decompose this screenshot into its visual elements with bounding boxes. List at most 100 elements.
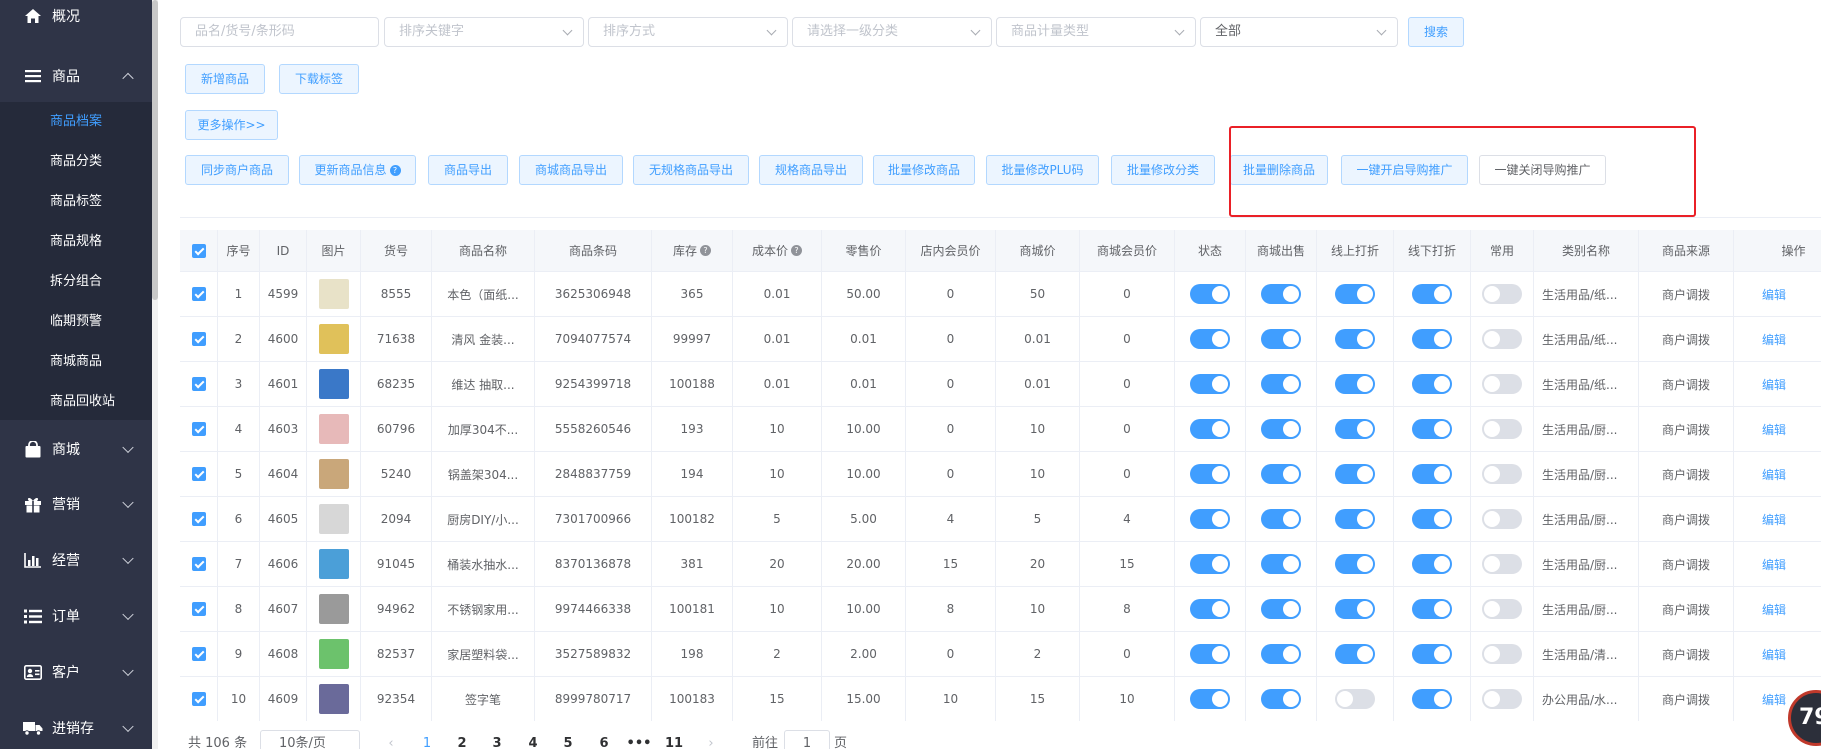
status-select[interactable]: 全部 [1200,17,1398,47]
edit-link[interactable]: 编辑 [1734,317,1821,361]
toggle-switch-online-disc[interactable] [1335,374,1375,394]
toggle-switch-mall-sale[interactable] [1261,689,1301,709]
page-11[interactable]: 11 [659,728,689,749]
menu-mall[interactable]: 商城 [0,426,152,472]
toggle-switch-online-disc[interactable] [1335,554,1375,574]
toggle-switch-mall-sale[interactable] [1261,284,1301,304]
toggle-switch-status[interactable] [1190,644,1230,664]
checkbox-checked[interactable] [191,557,206,571]
toggle-switch-offline-disc[interactable] [1412,644,1452,664]
toggle-switch-mall-sale[interactable] [1261,329,1301,349]
toggle-switch-status[interactable] [1190,284,1230,304]
toggle-switch-status[interactable] [1190,689,1230,709]
edit-link[interactable]: 编辑 [1734,272,1821,316]
batch-edit-category-button[interactable]: 批量修改分类 [1111,155,1215,185]
page-5[interactable]: 5 [553,728,583,749]
spec-export-button[interactable]: 规格商品导出 [759,155,863,185]
edit-link[interactable]: 编辑 [1734,452,1821,496]
batch-delete-goods-button[interactable]: 批量删除商品 [1230,155,1328,185]
toggle-switch-status[interactable] [1190,419,1230,439]
sub-item-mall-goods[interactable]: 商城商品 [0,342,152,382]
toggle-switch-common[interactable] [1482,644,1522,664]
toggle-switch-common[interactable] [1482,329,1522,349]
prev-page-icon[interactable]: ‹ [383,728,399,749]
sub-item-goods-tag[interactable]: 商品标签 [0,182,152,222]
category-select[interactable]: 请选择一级分类 [792,17,992,47]
enable-guide-promotion-button[interactable]: 一键开启导购推广 [1341,155,1468,185]
page-2[interactable]: 2 [447,728,477,749]
toggle-switch-common[interactable] [1482,374,1522,394]
toggle-switch-online-disc[interactable] [1335,689,1375,709]
checkbox-checked[interactable] [191,243,206,258]
sub-item-expiry-warning[interactable]: 临期预警 [0,302,152,342]
mall-goods-export-button[interactable]: 商城商品导出 [519,155,623,185]
toggle-switch-offline-disc[interactable] [1412,374,1452,394]
toggle-switch-online-disc[interactable] [1335,284,1375,304]
menu-customers[interactable]: 客户 [0,649,152,695]
batch-edit-plu-button[interactable]: 批量修改PLU码 [986,155,1099,185]
edit-link[interactable]: 编辑 [1734,542,1821,586]
toggle-switch-mall-sale[interactable] [1261,419,1301,439]
menu-marketing[interactable]: 营销 [0,481,152,527]
sub-item-goods-archive[interactable]: 商品档案 [0,102,152,142]
menu-goods[interactable]: 商品 [0,50,152,102]
edit-link[interactable]: 编辑 [1734,497,1821,541]
toggle-switch-mall-sale[interactable] [1261,464,1301,484]
menu-inventory[interactable]: 进销存 [0,705,152,749]
menu-operation[interactable]: 经营 [0,537,152,583]
sort-method-select[interactable]: 排序方式 [588,17,788,47]
page-1[interactable]: 1 [412,728,442,749]
toggle-switch-common[interactable] [1482,419,1522,439]
toggle-switch-common[interactable] [1482,464,1522,484]
toggle-switch-offline-disc[interactable] [1412,599,1452,619]
toggle-switch-common[interactable] [1482,509,1522,529]
toggle-switch-mall-sale[interactable] [1261,509,1301,529]
edit-link[interactable]: 编辑 [1734,632,1821,676]
toggle-switch-status[interactable] [1190,509,1230,529]
checkbox-checked[interactable] [191,602,206,616]
edit-link[interactable]: 编辑 [1734,407,1821,451]
toggle-switch-common[interactable] [1482,284,1522,304]
checkbox-checked[interactable] [191,332,206,346]
goto-page-input[interactable]: 1 [784,730,830,749]
search-button[interactable]: 搜索 [1408,17,1464,47]
toggle-switch-online-disc[interactable] [1335,419,1375,439]
toggle-switch-offline-disc[interactable] [1412,329,1452,349]
no-spec-export-button[interactable]: 无规格商品导出 [633,155,749,185]
edit-link[interactable]: 编辑 [1734,362,1821,406]
toggle-switch-mall-sale[interactable] [1261,554,1301,574]
toggle-switch-online-disc[interactable] [1335,464,1375,484]
disable-guide-promotion-button[interactable]: 一键关闭导购推广 [1479,155,1606,185]
next-page-icon[interactable]: › [703,728,719,749]
toggle-switch-offline-disc[interactable] [1412,554,1452,574]
toggle-switch-offline-disc[interactable] [1412,284,1452,304]
search-input[interactable]: 品名/货号/条形码 [180,17,379,47]
toggle-switch-offline-disc[interactable] [1412,464,1452,484]
toggle-switch-status[interactable] [1190,464,1230,484]
checkbox-checked[interactable] [191,377,206,391]
page-size-select[interactable]: 10条/页 [260,730,360,749]
toggle-switch-common[interactable] [1482,689,1522,709]
edit-link[interactable]: 编辑 [1734,587,1821,631]
toggle-switch-online-disc[interactable] [1335,509,1375,529]
toggle-switch-status[interactable] [1190,329,1230,349]
checkbox-checked[interactable] [191,287,206,301]
sidebar-scrollbar[interactable] [152,0,158,749]
sort-keyword-select[interactable]: 排序关键字 [384,17,584,47]
add-goods-button[interactable]: 新增商品 [185,64,265,94]
toggle-switch-mall-sale[interactable] [1261,599,1301,619]
more-operations-button[interactable]: 更多操作>> [185,110,278,140]
menu-orders[interactable]: 订单 [0,593,152,639]
toggle-switch-status[interactable] [1190,554,1230,574]
page-3[interactable]: 3 [482,728,512,749]
download-label-button[interactable]: 下载标签 [279,64,359,94]
toggle-switch-mall-sale[interactable] [1261,374,1301,394]
toggle-switch-status[interactable] [1190,599,1230,619]
menu-overview[interactable]: 概况 [0,0,152,38]
sub-item-goods-spec[interactable]: 商品规格 [0,222,152,262]
checkbox-checked[interactable] [191,512,206,526]
toggle-switch-common[interactable] [1482,554,1522,574]
header-select-all[interactable] [180,230,218,271]
page-ellipsis[interactable]: ••• [624,728,654,749]
measure-type-select[interactable]: 商品计量类型 [996,17,1196,47]
